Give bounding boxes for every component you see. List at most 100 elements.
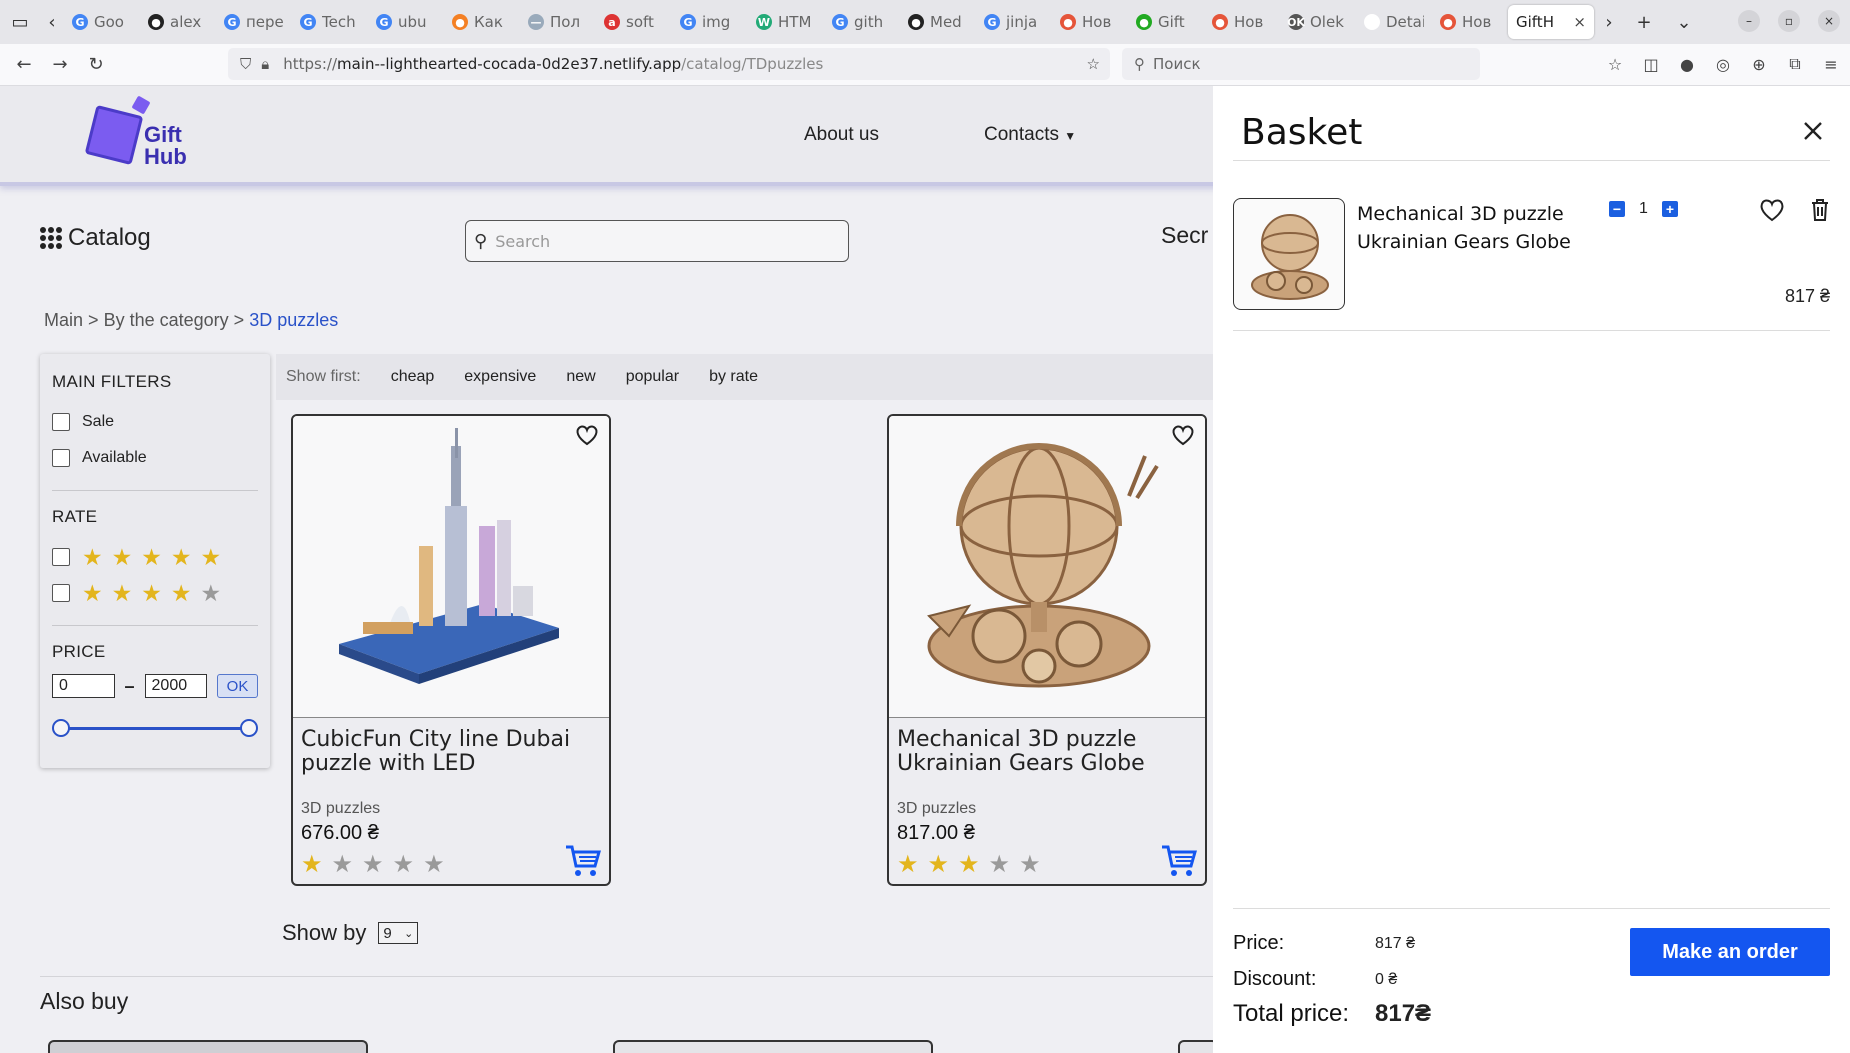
make-order-button[interactable]: Make an order	[1630, 928, 1830, 976]
browser-tab[interactable]: W HTM	[748, 5, 824, 39]
browser-tab[interactable]: Ggith	[824, 5, 900, 39]
price-range-slider[interactable]	[52, 718, 258, 738]
sort-option[interactable]: popular	[626, 368, 679, 386]
browser-tab[interactable]: G Tech	[292, 5, 368, 39]
star-icon[interactable]: ★	[362, 850, 384, 879]
star-icon[interactable]: ★	[1019, 850, 1041, 879]
globe-icon[interactable]: ⊕	[1748, 50, 1770, 78]
new-tab-icon[interactable]: +	[1624, 0, 1664, 44]
browser-tab[interactable]: OK Olek	[1280, 5, 1356, 39]
nav-about-us[interactable]: About us	[804, 124, 879, 146]
also-buy-card[interactable]	[48, 1040, 368, 1053]
sort-option[interactable]: by rate	[709, 368, 758, 386]
minimize-icon[interactable]: –	[1738, 10, 1760, 32]
star-icon[interactable]: ★	[301, 850, 323, 879]
product-name[interactable]: Mechanical 3D puzzle Ukrainian Gears Glo…	[897, 728, 1197, 776]
price-min-input[interactable]: 0	[52, 674, 115, 698]
browser-tab[interactable]: ● alex	[140, 5, 216, 39]
browser-tab[interactable]: ● Med	[900, 5, 976, 39]
star-icon[interactable]: ★	[332, 850, 354, 879]
tab-list-icon[interactable]: ▭	[0, 0, 40, 44]
filter-rate-4[interactable]: ★ ★ ★ ★ ★	[52, 575, 258, 611]
favorite-heart-icon[interactable]	[1171, 424, 1195, 446]
browser-tab[interactable]: ● Нов	[1204, 5, 1280, 39]
also-buy-card[interactable]	[1178, 1040, 1218, 1053]
star-icon[interactable]: ★	[989, 850, 1011, 879]
also-buy-card[interactable]	[613, 1040, 933, 1053]
increase-quantity-button[interactable]: +	[1661, 201, 1678, 217]
favorite-heart-icon[interactable]	[1759, 198, 1785, 222]
filter-sale[interactable]: Sale	[52, 404, 258, 440]
browser-search-bar[interactable]: ⚲ Поиск	[1122, 48, 1480, 80]
product-name[interactable]: CubicFun City line Dubai puzzle with LED	[301, 728, 601, 776]
close-tab-icon[interactable]: ×	[1573, 13, 1586, 31]
catalog-button[interactable]: Catalog	[40, 224, 151, 252]
url-bar[interactable]: ⛉ 🔒︎ https://main--lighthearted-cocada-0…	[228, 48, 1110, 80]
filter-available[interactable]: Available	[52, 440, 258, 476]
available-checkbox[interactable]	[52, 449, 70, 467]
show-by-select[interactable]: 9 ⌄	[378, 922, 419, 944]
browser-tab[interactable]: Detail S	[1356, 5, 1432, 39]
browser-tab[interactable]: Gubu	[368, 5, 444, 39]
decrease-quantity-button[interactable]: −	[1609, 201, 1625, 217]
sale-checkbox[interactable]	[52, 413, 70, 431]
menu-icon[interactable]: ≡	[1820, 50, 1842, 78]
browser-tab[interactable]: a soft	[596, 5, 672, 39]
basket-item-image[interactable]	[1233, 198, 1345, 310]
browser-tab[interactable]: ● Gift	[1128, 5, 1204, 39]
product-card[interactable]: CubicFun City line Dubai puzzle with LED…	[291, 414, 611, 886]
sort-option[interactable]: cheap	[391, 368, 435, 386]
trash-icon[interactable]	[1809, 198, 1831, 222]
breadcrumb-category[interactable]: By the category	[104, 310, 229, 330]
tab-scroll-right-icon[interactable]: ›	[1594, 0, 1624, 44]
breadcrumb-current[interactable]: 3D puzzles	[249, 310, 338, 330]
star-icon[interactable]: ★	[897, 850, 919, 879]
reload-icon[interactable]: ↻	[78, 47, 114, 83]
browser-tab[interactable]: Gпере	[216, 5, 292, 39]
browser-tab[interactable]: ● Нов	[1432, 5, 1508, 39]
tab-active[interactable]: GiftH ×	[1508, 5, 1594, 39]
basket-item-name[interactable]: Mechanical 3D puzzle Ukrainian Gears Glo…	[1357, 200, 1577, 256]
browser-tab[interactable]: ● Нов	[1052, 5, 1128, 39]
price-ok-button[interactable]: OK	[217, 674, 258, 698]
product-image-dubai[interactable]	[293, 416, 609, 718]
rate-checkbox[interactable]	[52, 548, 70, 566]
star-icon[interactable]: ★	[928, 850, 950, 879]
pocket-icon[interactable]: ◫	[1640, 50, 1662, 78]
slider-max-handle[interactable]	[240, 719, 258, 737]
filter-rate-5[interactable]: ★ ★ ★ ★ ★	[52, 539, 258, 575]
catalog-search-input[interactable]: ⚲ Search	[465, 220, 849, 262]
bookmark-star-icon[interactable]: ☆	[1087, 55, 1100, 73]
star-icon[interactable]: ★	[423, 850, 445, 879]
browser-tab[interactable]: G Goo	[64, 5, 140, 39]
shield-icon[interactable]: ⛉	[240, 55, 251, 73]
browser-tab[interactable]: Gimg	[672, 5, 748, 39]
sort-option[interactable]: new	[566, 368, 595, 386]
forward-icon[interactable]: →	[42, 47, 78, 83]
maximize-icon[interactable]: ▫	[1778, 10, 1800, 32]
product-image-globe[interactable]	[889, 416, 1205, 718]
secret-link[interactable]: Secr	[1161, 222, 1208, 249]
star-icon[interactable]: ★	[958, 850, 980, 879]
tab-overflow-icon[interactable]: ⌄	[1664, 0, 1704, 44]
rate-checkbox[interactable]	[52, 584, 70, 602]
add-to-cart-icon[interactable]	[1161, 844, 1197, 878]
gifthub-logo[interactable]: Gift Hub	[84, 94, 194, 174]
product-card[interactable]: Mechanical 3D puzzle Ukrainian Gears Glo…	[887, 414, 1207, 886]
bookmarks-icon[interactable]: ☆	[1604, 50, 1626, 78]
extension-circle-icon[interactable]: ◎	[1712, 50, 1734, 78]
sort-option[interactable]: expensive	[464, 368, 536, 386]
extensions-icon[interactable]: ⧉	[1784, 50, 1806, 78]
add-to-cart-icon[interactable]	[565, 844, 601, 878]
nav-contacts[interactable]: Contacts ▼	[984, 124, 1076, 146]
close-window-icon[interactable]: ×	[1818, 10, 1840, 32]
slider-min-handle[interactable]	[52, 719, 70, 737]
favorite-heart-icon[interactable]	[575, 424, 599, 446]
browser-tab[interactable]: ● Как	[444, 5, 520, 39]
browser-tab[interactable]: — Пол	[520, 5, 596, 39]
browser-tab[interactable]: Gjinja	[976, 5, 1052, 39]
breadcrumb-main[interactable]: Main	[44, 310, 83, 330]
close-icon[interactable]	[1802, 120, 1824, 142]
price-max-input[interactable]: 2000	[144, 674, 208, 698]
star-icon[interactable]: ★	[393, 850, 415, 879]
